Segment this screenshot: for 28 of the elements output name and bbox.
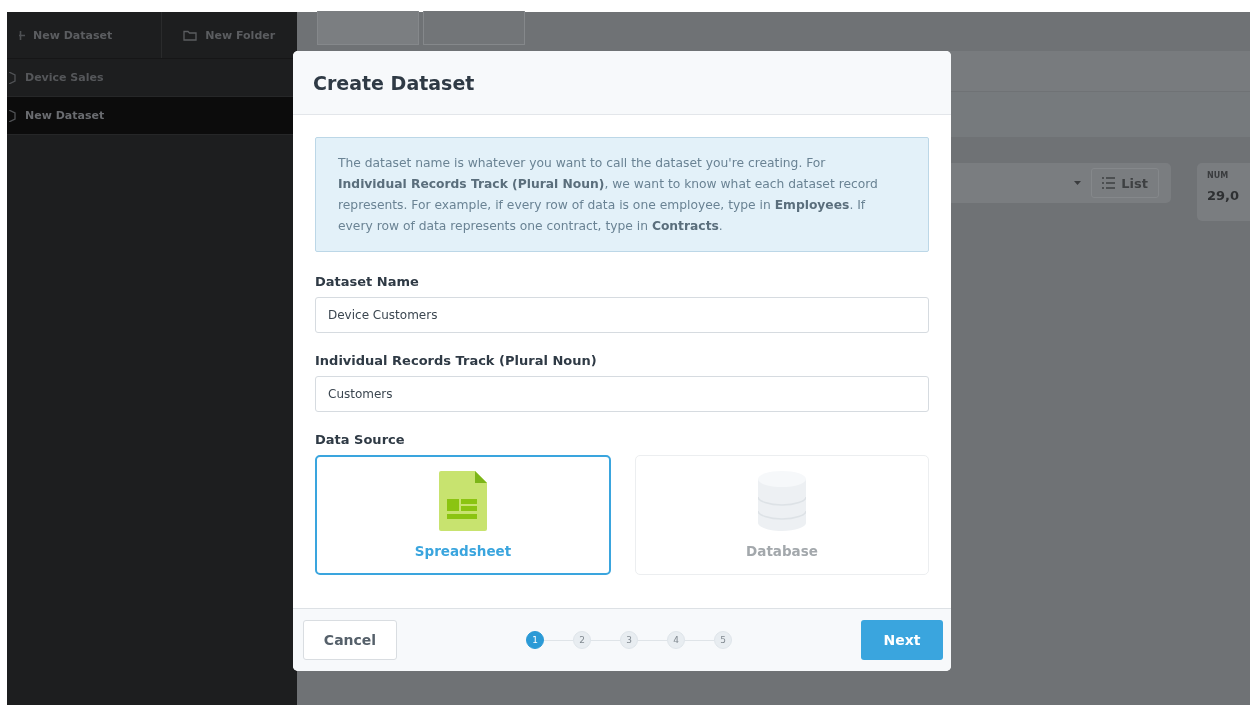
step-indicator[interactable]: 2 (573, 631, 591, 649)
step-indicator[interactable]: 1 (526, 631, 544, 649)
source-option[interactable]: Spreadsheet (315, 455, 611, 575)
section-label: Data Source (315, 432, 406, 447)
list-button[interactable]: List (1091, 168, 1159, 198)
info-message: The dataset name is whatever you want to call the dataset you're creating. For Individual Records Track (Plural Noun), we want to know what each dataset record represents. For example, if every row of data is one employee, type in Employees. If every row of data represents one contract, type in Contracts. (315, 137, 929, 252)
input-field[interactable]: Customers (315, 376, 929, 412)
stat-value: 29,0 (1207, 188, 1241, 203)
source-option[interactable]: Database (635, 455, 929, 575)
tab[interactable] (317, 11, 419, 45)
spreadsheet-icon (439, 471, 487, 531)
cancel-button[interactable]: Cancel (303, 620, 397, 660)
step-indicator[interactable]: 5 (714, 631, 732, 649)
dialog-title: Create Dataset (293, 51, 951, 115)
stat-label: NUM (1207, 171, 1230, 180)
input-field[interactable]: Device Customers (315, 297, 929, 333)
step-indicator[interactable]: 4 (667, 631, 685, 649)
field-label: Individual Records Track (Plural Noun) (315, 353, 598, 368)
toolbar-button[interactable]: New Dataset (7, 12, 161, 58)
list-icon (1102, 177, 1116, 189)
field-label: Dataset Name (315, 274, 420, 289)
step-indicator[interactable]: 3 (620, 631, 638, 649)
caret-icon (1074, 181, 1082, 185)
plus-icon (19, 30, 25, 40)
next-button[interactable]: Next (861, 620, 943, 660)
database-icon (758, 471, 806, 531)
folder-icon (183, 29, 198, 41)
tab[interactable] (423, 11, 525, 45)
